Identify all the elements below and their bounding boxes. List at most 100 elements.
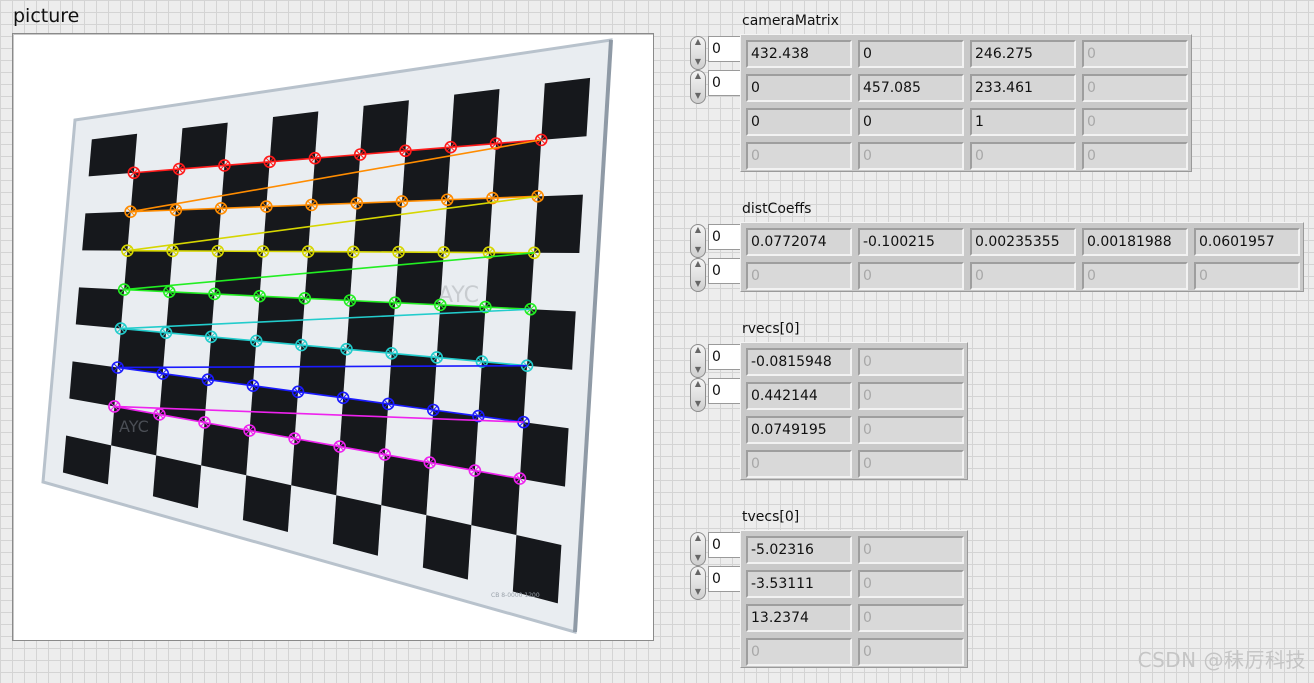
dist-coeffs-cell[interactable]: 0.00181988 — [1082, 228, 1188, 256]
camera-matrix-cell[interactable]: 432.438 — [746, 40, 852, 68]
increment-decrement-icon[interactable]: ▲ ▼ — [690, 70, 706, 104]
rvecs-cell[interactable]: 0.442144 — [746, 382, 852, 410]
tvecs-index-col[interactable]: ▲ ▼ 0 — [690, 566, 744, 600]
camera-matrix-index-row[interactable]: ▲ ▼ 0 — [690, 36, 744, 70]
increment-decrement-icon[interactable]: ▲ ▼ — [690, 344, 706, 378]
dist-coeffs-cell[interactable]: -0.100215 — [858, 228, 964, 256]
board-square — [388, 353, 437, 410]
board-square — [527, 309, 576, 370]
tvecs-cell[interactable]: 0 — [858, 536, 964, 564]
camera-matrix-cell[interactable]: 0 — [1082, 108, 1188, 136]
camera-matrix-cell[interactable]: 0 — [1082, 40, 1188, 68]
camera-matrix-cell[interactable]: 0 — [746, 142, 852, 170]
board-square — [339, 397, 389, 455]
board-square — [353, 201, 403, 253]
tvecs-cell[interactable]: 0 — [858, 570, 964, 598]
index-value[interactable]: 0 — [708, 344, 742, 370]
board-square — [534, 194, 583, 254]
increment-decrement-icon[interactable]: ▲ ▼ — [690, 258, 706, 292]
picture-label: picture — [13, 5, 80, 27]
board-square — [485, 252, 535, 310]
tvecs-cell[interactable]: 0 — [858, 604, 964, 632]
dist-coeffs-label: distCoeffs — [742, 201, 812, 217]
board-square — [166, 291, 215, 337]
index-value[interactable]: 0 — [708, 36, 742, 62]
camera-matrix-cell[interactable]: 0 — [858, 108, 964, 136]
increment-decrement-icon[interactable]: ▲ ▼ — [690, 532, 706, 566]
index-value[interactable]: 0 — [708, 70, 742, 96]
rvecs-cell[interactable]: 0 — [858, 416, 964, 444]
index-value[interactable]: 0 — [708, 224, 742, 250]
index-value[interactable]: 0 — [708, 532, 742, 558]
board-square — [478, 361, 528, 423]
increment-decrement-icon[interactable]: ▲ ▼ — [690, 566, 706, 600]
increment-decrement-icon[interactable]: ▲ ▼ — [690, 36, 706, 70]
camera-matrix-cell[interactable]: 233.461 — [970, 74, 1076, 102]
dist-coeffs-index-col[interactable]: ▲ ▼ 0 — [690, 258, 744, 292]
increment-decrement-icon[interactable]: ▲ ▼ — [690, 378, 706, 412]
dist-coeffs-cell[interactable]: 0 — [1082, 262, 1188, 290]
board-square — [346, 300, 396, 354]
board-watermark: AYC — [119, 417, 149, 436]
camera-matrix-cell[interactable]: 0 — [1082, 142, 1188, 170]
board-square — [492, 139, 542, 199]
rvecs-cell[interactable]: 0 — [858, 348, 964, 376]
tvecs-cell[interactable]: 13.2374 — [746, 604, 852, 632]
board-footer: CB 8-0000 1200 — [491, 592, 540, 599]
camera-matrix-cell[interactable]: 457.085 — [858, 74, 964, 102]
board-square — [541, 77, 591, 140]
rvecs-cell[interactable]: 0 — [858, 382, 964, 410]
board-square — [69, 361, 118, 407]
board-square — [291, 438, 340, 496]
camera-matrix-cell[interactable]: 0 — [858, 40, 964, 68]
camera-matrix-index-col[interactable]: ▲ ▼ 0 — [690, 70, 744, 104]
tvecs-cell[interactable]: -5.02316 — [746, 536, 852, 564]
board-square — [395, 252, 444, 305]
camera-matrix-cell[interactable]: 0 — [746, 74, 852, 102]
board-square — [471, 470, 520, 536]
camera-matrix-cell[interactable]: 1 — [970, 108, 1076, 136]
camera-matrix-cell[interactable]: 0 — [970, 142, 1076, 170]
camera-matrix-cell[interactable]: 0 — [746, 108, 852, 136]
rvecs-cell[interactable]: 0 — [858, 450, 964, 478]
board-square — [75, 287, 125, 329]
rvecs-cell[interactable]: 0.0749195 — [746, 416, 852, 444]
dist-coeffs-cell[interactable]: 0.00235355 — [970, 228, 1076, 256]
board-square — [381, 454, 430, 516]
dist-coeffs-cell[interactable]: 0 — [858, 262, 964, 290]
board-square — [82, 211, 131, 251]
tvecs-cell[interactable]: 0 — [746, 638, 852, 666]
camera-matrix-label: cameraMatrix — [742, 13, 839, 29]
picture-display: AYC AYC CB 8-0000 1200 — [12, 33, 654, 641]
dist-coeffs-cell[interactable]: 0.0772074 — [746, 228, 852, 256]
board-square — [450, 89, 500, 148]
dist-coeffs-index-row[interactable]: ▲ ▼ 0 — [690, 224, 744, 258]
board-square — [214, 251, 263, 297]
dist-coeffs-cell[interactable]: 0.0601957 — [1194, 228, 1300, 256]
tvecs-index-row[interactable]: ▲ ▼ 0 — [690, 532, 744, 566]
increment-decrement-icon[interactable]: ▲ ▼ — [690, 224, 706, 258]
camera-matrix-cell[interactable]: 246.275 — [970, 40, 1076, 68]
dist-coeffs-cell[interactable]: 0 — [746, 262, 852, 290]
checkerboard-image: AYC AYC CB 8-0000 1200 — [41, 38, 613, 634]
rvecs-index-col[interactable]: ▲ ▼ 0 — [690, 378, 744, 412]
rvecs-cell[interactable]: 0 — [746, 450, 852, 478]
dist-coeffs-cell[interactable]: 0 — [970, 262, 1076, 290]
rvecs-cell[interactable]: -0.0815948 — [746, 348, 852, 376]
index-value[interactable]: 0 — [708, 378, 742, 404]
rvecs-label: rvecs[0] — [742, 321, 800, 337]
index-value[interactable]: 0 — [708, 566, 742, 592]
board-square — [304, 251, 354, 301]
board-square — [519, 422, 569, 487]
tvecs-cell[interactable]: -3.53111 — [746, 570, 852, 598]
index-value[interactable]: 0 — [708, 258, 742, 284]
camera-matrix-cell[interactable]: 0 — [1082, 74, 1188, 102]
dist-coeffs-cell[interactable]: 0 — [1194, 262, 1300, 290]
rvecs-index-row[interactable]: ▲ ▼ 0 — [690, 344, 744, 378]
board-square — [262, 204, 312, 252]
camera-matrix-cell[interactable]: 0 — [858, 142, 964, 170]
tvecs-label: tvecs[0] — [742, 509, 800, 525]
tvecs-cell[interactable]: 0 — [858, 638, 964, 666]
csdn-watermark: CSDN @秣厉科技 — [1137, 648, 1306, 672]
board-square — [298, 345, 347, 398]
